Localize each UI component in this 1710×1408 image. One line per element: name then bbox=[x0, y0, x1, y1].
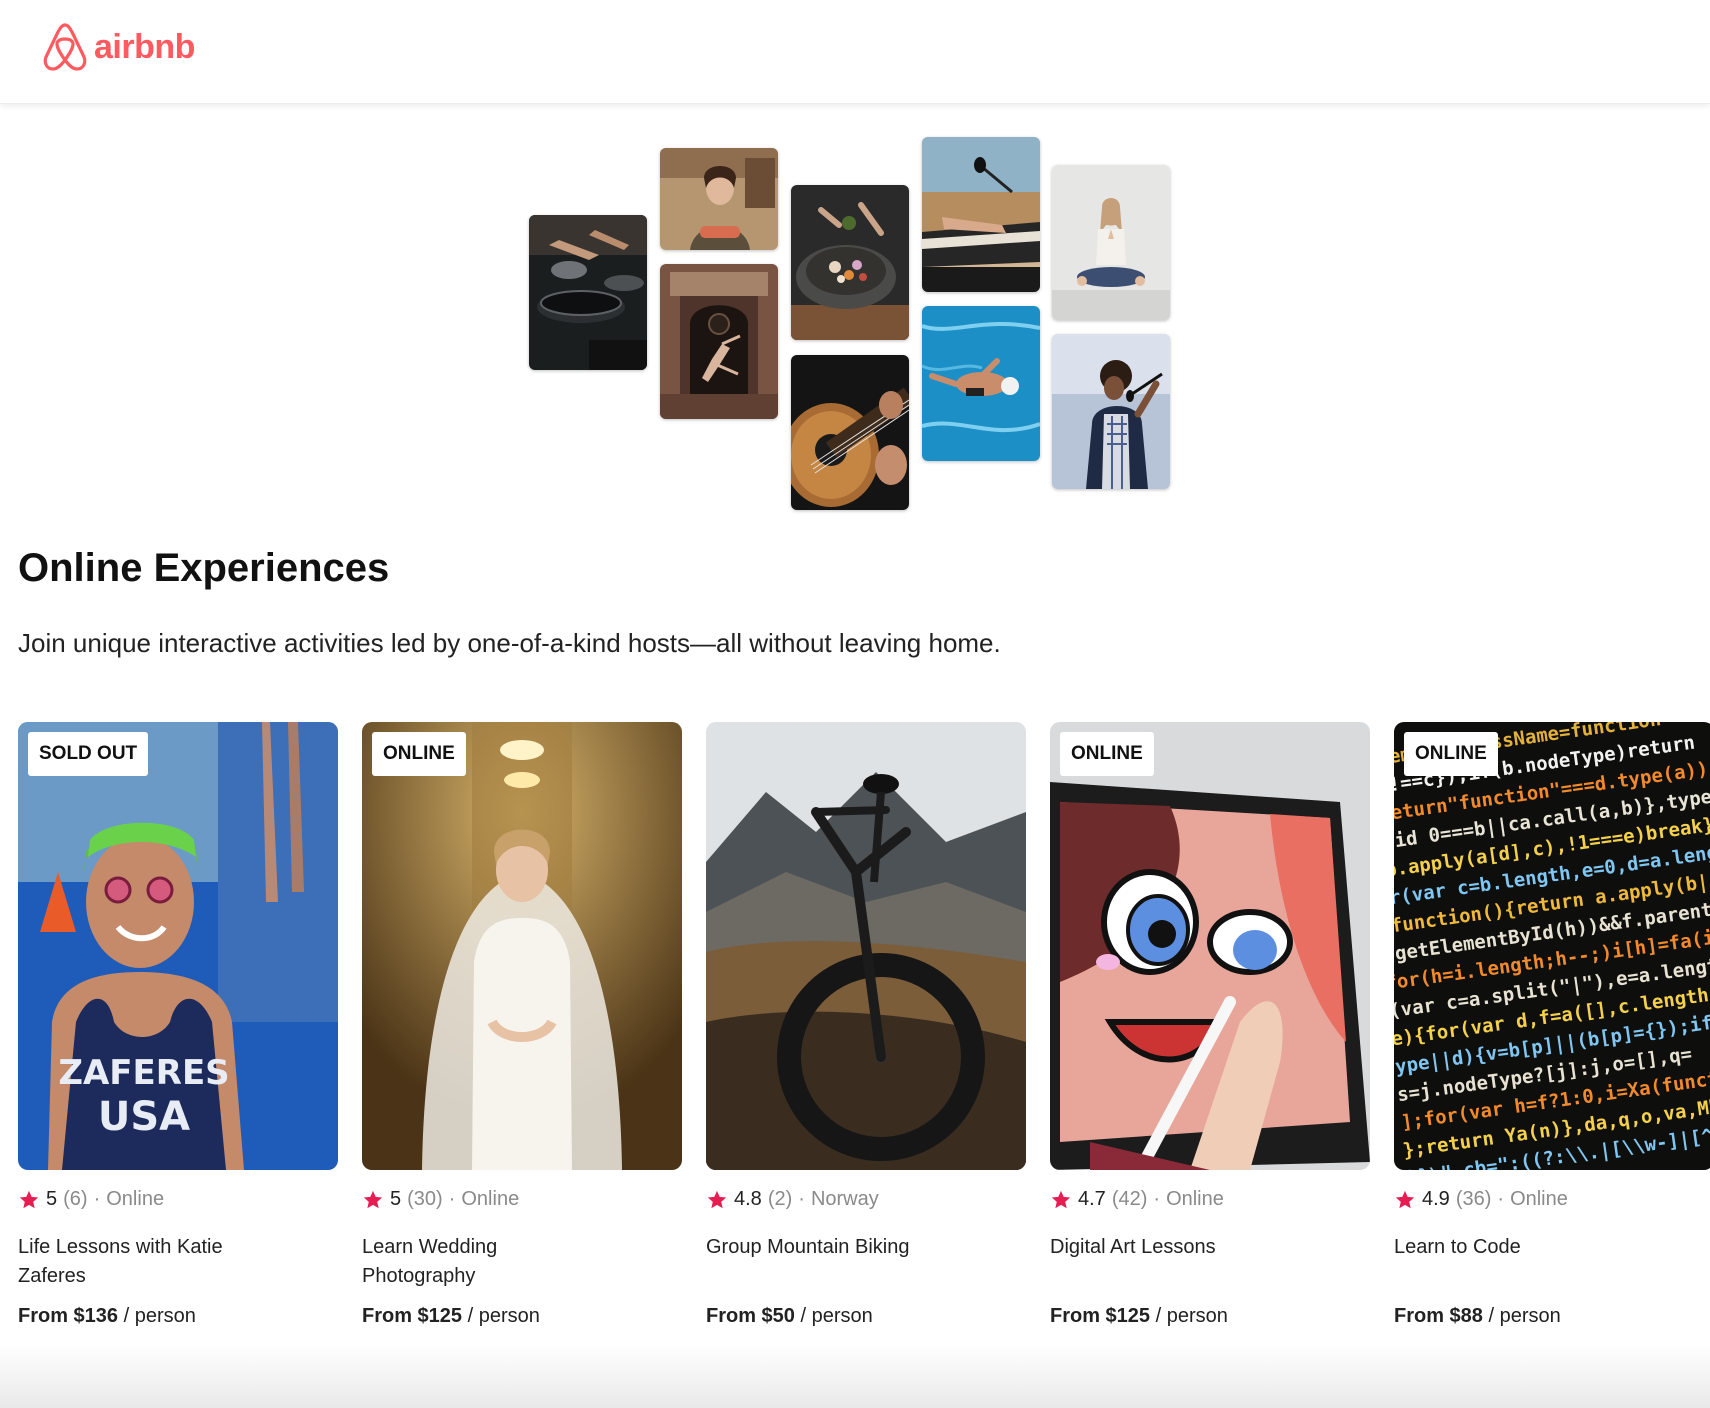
status-badge: ONLINE bbox=[1404, 732, 1498, 776]
experience-title[interactable]: Group Mountain Biking bbox=[706, 1233, 956, 1291]
experience-photo-code[interactable]: Element.ClassName=function a)!==c});if(b… bbox=[1394, 722, 1710, 1170]
price-unit: / person bbox=[1482, 1305, 1561, 1327]
top-header: airbnb bbox=[0, 0, 1710, 104]
price-amount: From $50 bbox=[706, 1305, 795, 1327]
star-icon bbox=[707, 1190, 727, 1208]
rating-value: 4.9 bbox=[1422, 1188, 1450, 1210]
rating-row: 5 (30) · Online bbox=[362, 1188, 682, 1211]
experience-photo-digital-art[interactable]: ONLINE bbox=[1050, 722, 1370, 1170]
separator-dot: · bbox=[93, 1188, 101, 1210]
price-line: From $125 / person bbox=[1050, 1305, 1370, 1328]
price-amount: From $125 bbox=[362, 1305, 463, 1327]
swimmer-photo bbox=[922, 306, 1040, 461]
price-line: From $125 / person bbox=[362, 1305, 682, 1328]
rating-value: 5 bbox=[390, 1188, 402, 1210]
experience-card[interactable]: ZAFERES USA SOLD OUT 5 (6) · Online Life… bbox=[18, 722, 338, 1328]
location-label: Online bbox=[1166, 1188, 1224, 1210]
experience-card[interactable]: 4.8 (2) · Norway Group Mountain Biking F… bbox=[706, 722, 1026, 1328]
price-unit: / person bbox=[462, 1305, 540, 1327]
singer-photo bbox=[1052, 334, 1170, 489]
star-icon bbox=[1395, 1190, 1415, 1208]
star-icon bbox=[19, 1190, 39, 1208]
star-icon bbox=[363, 1190, 383, 1208]
status-badge: SOLD OUT bbox=[28, 732, 149, 776]
location-label: Online bbox=[106, 1188, 165, 1210]
price-unit: / person bbox=[794, 1305, 873, 1327]
experience-card[interactable]: ONLINE 4.7 (42) · Online Digital Art Les… bbox=[1050, 722, 1370, 1328]
food-bowl-photo bbox=[791, 185, 909, 340]
location-label: Online bbox=[461, 1188, 520, 1210]
separator-dot: · bbox=[1153, 1188, 1161, 1210]
review-count: (6) bbox=[63, 1188, 88, 1210]
rating-value: 4.7 bbox=[1078, 1188, 1106, 1210]
experience-photo-bride[interactable]: ONLINE bbox=[362, 722, 682, 1170]
experience-title[interactable]: Life Lessons with Katie Zaferes bbox=[18, 1233, 268, 1291]
bottom-shadow bbox=[0, 1345, 1710, 1408]
separator-dot: · bbox=[1497, 1188, 1505, 1210]
price-amount: From $136 bbox=[18, 1305, 119, 1327]
status-badge: ONLINE bbox=[1060, 732, 1154, 776]
rating-value: 4.8 bbox=[734, 1188, 762, 1210]
airbnb-belo-icon bbox=[43, 23, 87, 71]
piano-singer-photo bbox=[922, 137, 1040, 292]
location-label: Online bbox=[1510, 1188, 1568, 1210]
rating-row: 5 (6) · Online bbox=[18, 1188, 338, 1211]
yoga-photo bbox=[1052, 165, 1170, 320]
price-line: From $50 / person bbox=[706, 1305, 1026, 1328]
dancer-doorway-photo bbox=[660, 264, 778, 419]
swimsuit-lettering: ZAFERES bbox=[58, 1053, 229, 1093]
experience-title[interactable]: Learn Wedding Photography bbox=[362, 1233, 612, 1291]
hero-collage bbox=[0, 104, 1710, 524]
experience-card[interactable]: ONLINE 5 (30) · Online Learn Wedding Pho… bbox=[362, 722, 682, 1328]
experience-photo-swimmer[interactable]: ZAFERES USA SOLD OUT bbox=[18, 722, 338, 1170]
cooking-photo bbox=[529, 215, 647, 370]
separator-dot: · bbox=[448, 1188, 456, 1210]
page-title: Online Experiences bbox=[18, 546, 390, 590]
rating-row: 4.8 (2) · Norway bbox=[706, 1188, 1026, 1211]
separator-dot: · bbox=[798, 1188, 805, 1210]
review-count: (30) bbox=[407, 1188, 443, 1210]
rating-value: 5 bbox=[46, 1188, 58, 1210]
guitar-photo bbox=[791, 355, 909, 510]
experience-photo-mountain-bike[interactable] bbox=[706, 722, 1026, 1170]
location-label: Norway bbox=[810, 1188, 879, 1210]
review-count: (36) bbox=[1455, 1188, 1492, 1210]
rating-row: 4.9 (36) · Online bbox=[1394, 1188, 1710, 1211]
swimsuit-lettering: USA bbox=[98, 1094, 190, 1140]
experience-card[interactable]: Element.ClassName=function a)!==c});if(b… bbox=[1394, 722, 1710, 1328]
price-amount: From $88 bbox=[1394, 1305, 1483, 1327]
price-unit: / person bbox=[118, 1305, 196, 1327]
star-icon bbox=[1051, 1190, 1071, 1208]
page-subtitle: Join unique interactive activities led b… bbox=[18, 628, 1001, 658]
experience-title[interactable]: Digital Art Lessons bbox=[1050, 1233, 1300, 1291]
price-line: From $88 / person bbox=[1394, 1305, 1710, 1328]
host-portrait-photo bbox=[660, 148, 778, 250]
price-amount: From $125 bbox=[1050, 1305, 1151, 1327]
review-count: (42) bbox=[1111, 1188, 1148, 1210]
experience-title[interactable]: Learn to Code bbox=[1394, 1233, 1644, 1291]
airbnb-logo[interactable]: airbnb bbox=[42, 22, 195, 72]
airbnb-wordmark: airbnb bbox=[94, 27, 195, 66]
review-count: (2) bbox=[767, 1188, 793, 1210]
price-unit: / person bbox=[1150, 1305, 1228, 1327]
price-line: From $136 / person bbox=[18, 1305, 338, 1328]
experience-cards-row: ZAFERES USA SOLD OUT 5 (6) · Online Life… bbox=[18, 722, 1710, 1342]
rating-row: 4.7 (42) · Online bbox=[1050, 1188, 1370, 1211]
status-badge: ONLINE bbox=[372, 732, 466, 776]
